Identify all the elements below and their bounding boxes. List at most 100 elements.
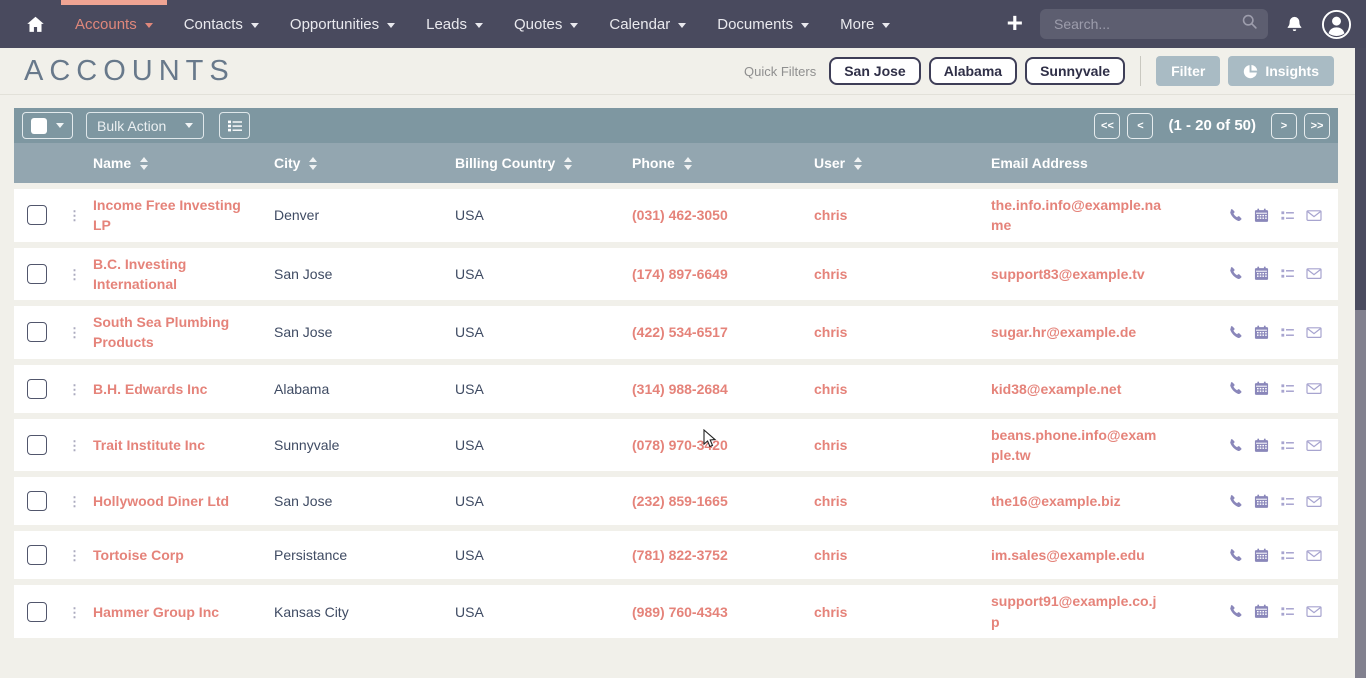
email-link[interactable]: im.sales@example.edu — [991, 545, 1145, 565]
row-checkbox[interactable] — [27, 322, 47, 342]
phone-link[interactable]: (232) 859-1665 — [632, 491, 728, 511]
user-link[interactable]: chris — [814, 545, 847, 565]
row-checkbox[interactable] — [27, 379, 47, 399]
email-link[interactable]: support83@example.tv — [991, 264, 1145, 284]
calendar-icon[interactable] — [1254, 381, 1269, 396]
select-all-dropdown[interactable] — [22, 112, 73, 139]
email-link[interactable]: the.info.info@example.name — [991, 195, 1161, 236]
phone-link[interactable]: (781) 822-3752 — [632, 545, 728, 565]
home-icon[interactable] — [26, 15, 45, 34]
phone-icon[interactable] — [1228, 438, 1243, 453]
list-icon[interactable] — [1280, 548, 1295, 563]
user-link[interactable]: chris — [814, 205, 847, 225]
phone-link[interactable]: (078) 970-3420 — [632, 435, 728, 455]
quick-filter-alabama[interactable]: Alabama — [929, 57, 1017, 85]
row-checkbox[interactable] — [27, 435, 47, 455]
phone-link[interactable]: (174) 897-6649 — [632, 264, 728, 284]
nav-item-leads[interactable]: Leads — [426, 0, 483, 48]
phone-icon[interactable] — [1228, 325, 1243, 340]
account-name-link[interactable]: South Sea Plumbing Products — [93, 312, 258, 353]
calendar-icon[interactable] — [1254, 548, 1269, 563]
row-menu-kebab-icon[interactable]: ⋮ — [68, 494, 81, 509]
notifications-bell-icon[interactable] — [1285, 15, 1304, 34]
column-header-city[interactable]: City — [274, 155, 455, 171]
account-name-link[interactable]: Hammer Group Inc — [93, 602, 219, 622]
sort-arrows-icon[interactable] — [564, 157, 572, 170]
phone-icon[interactable] — [1228, 381, 1243, 396]
column-header-name[interactable]: Name — [93, 155, 274, 171]
filter-button[interactable]: Filter — [1156, 56, 1220, 86]
sort-arrows-icon[interactable] — [140, 157, 148, 170]
list-icon[interactable] — [1280, 604, 1295, 619]
email-icon[interactable] — [1306, 494, 1322, 509]
row-menu-kebab-icon[interactable]: ⋮ — [68, 208, 81, 223]
email-icon[interactable] — [1306, 266, 1322, 281]
nav-item-calendar[interactable]: Calendar — [609, 0, 686, 48]
email-link[interactable]: sugar.hr@example.de — [991, 322, 1136, 342]
column-header-billing-country[interactable]: Billing Country — [455, 155, 632, 171]
row-menu-kebab-icon[interactable]: ⋮ — [68, 267, 81, 282]
row-menu-kebab-icon[interactable]: ⋮ — [68, 382, 81, 397]
calendar-icon[interactable] — [1254, 494, 1269, 509]
select-all-checkbox[interactable] — [31, 118, 47, 134]
calendar-icon[interactable] — [1254, 208, 1269, 223]
phone-icon[interactable] — [1228, 266, 1243, 281]
quick-create-plus-icon[interactable]: + — [1007, 9, 1023, 37]
calendar-icon[interactable] — [1254, 325, 1269, 340]
list-icon[interactable] — [1280, 438, 1295, 453]
phone-icon[interactable] — [1228, 604, 1243, 619]
sort-arrows-icon[interactable] — [684, 157, 692, 170]
calendar-icon[interactable] — [1254, 604, 1269, 619]
row-checkbox[interactable] — [27, 545, 47, 565]
scrollbar-thumb[interactable] — [1355, 48, 1366, 310]
email-icon[interactable] — [1306, 438, 1322, 453]
user-link[interactable]: chris — [814, 602, 847, 622]
quick-filter-sunnyvale[interactable]: Sunnyvale — [1025, 57, 1125, 85]
pagination-last-button[interactable]: >> — [1304, 113, 1330, 139]
account-name-link[interactable]: Income Free Investing LP — [93, 195, 258, 236]
account-name-link[interactable]: B.H. Edwards Inc — [93, 379, 207, 399]
list-icon[interactable] — [1280, 381, 1295, 396]
list-icon[interactable] — [1280, 266, 1295, 281]
account-name-link[interactable]: Hollywood Diner Ltd — [93, 491, 229, 511]
account-name-link[interactable]: Tortoise Corp — [93, 545, 184, 565]
search-icon[interactable] — [1241, 13, 1258, 35]
search-input[interactable] — [1054, 16, 1241, 32]
email-link[interactable]: support91@example.co.jp — [991, 591, 1161, 632]
calendar-icon[interactable] — [1254, 266, 1269, 281]
row-menu-kebab-icon[interactable]: ⋮ — [68, 548, 81, 563]
row-menu-kebab-icon[interactable]: ⋮ — [68, 438, 81, 453]
email-link[interactable]: the16@example.biz — [991, 491, 1121, 511]
nav-item-quotes[interactable]: Quotes — [514, 0, 578, 48]
phone-icon[interactable] — [1228, 208, 1243, 223]
account-name-link[interactable]: B.C. Investing International — [93, 254, 258, 295]
list-view-toggle-icon[interactable] — [219, 112, 250, 139]
phone-link[interactable]: (422) 534-6517 — [632, 322, 728, 342]
row-checkbox[interactable] — [27, 491, 47, 511]
nav-item-opportunities[interactable]: Opportunities — [290, 0, 395, 48]
column-header-user[interactable]: User — [814, 155, 991, 171]
email-icon[interactable] — [1306, 381, 1322, 396]
user-avatar[interactable] — [1321, 9, 1352, 40]
pagination-prev-button[interactable]: < — [1127, 113, 1153, 139]
email-icon[interactable] — [1306, 604, 1322, 619]
user-link[interactable]: chris — [814, 322, 847, 342]
row-menu-kebab-icon[interactable]: ⋮ — [68, 605, 81, 620]
sort-arrows-icon[interactable] — [309, 157, 317, 170]
vertical-scrollbar[interactable] — [1355, 48, 1366, 678]
user-link[interactable]: chris — [814, 379, 847, 399]
email-link[interactable]: beans.phone.info@example.tw — [991, 425, 1161, 466]
nav-item-more[interactable]: More — [840, 0, 890, 48]
quick-filter-san-jose[interactable]: San Jose — [829, 57, 920, 85]
pagination-first-button[interactable]: << — [1094, 113, 1120, 139]
row-checkbox[interactable] — [27, 264, 47, 284]
phone-icon[interactable] — [1228, 494, 1243, 509]
insights-button[interactable]: Insights — [1228, 56, 1334, 86]
column-header-phone[interactable]: Phone — [632, 155, 814, 171]
phone-link[interactable]: (031) 462-3050 — [632, 205, 728, 225]
email-icon[interactable] — [1306, 208, 1322, 223]
phone-link[interactable]: (989) 760-4343 — [632, 602, 728, 622]
email-icon[interactable] — [1306, 548, 1322, 563]
user-link[interactable]: chris — [814, 435, 847, 455]
email-icon[interactable] — [1306, 325, 1322, 340]
